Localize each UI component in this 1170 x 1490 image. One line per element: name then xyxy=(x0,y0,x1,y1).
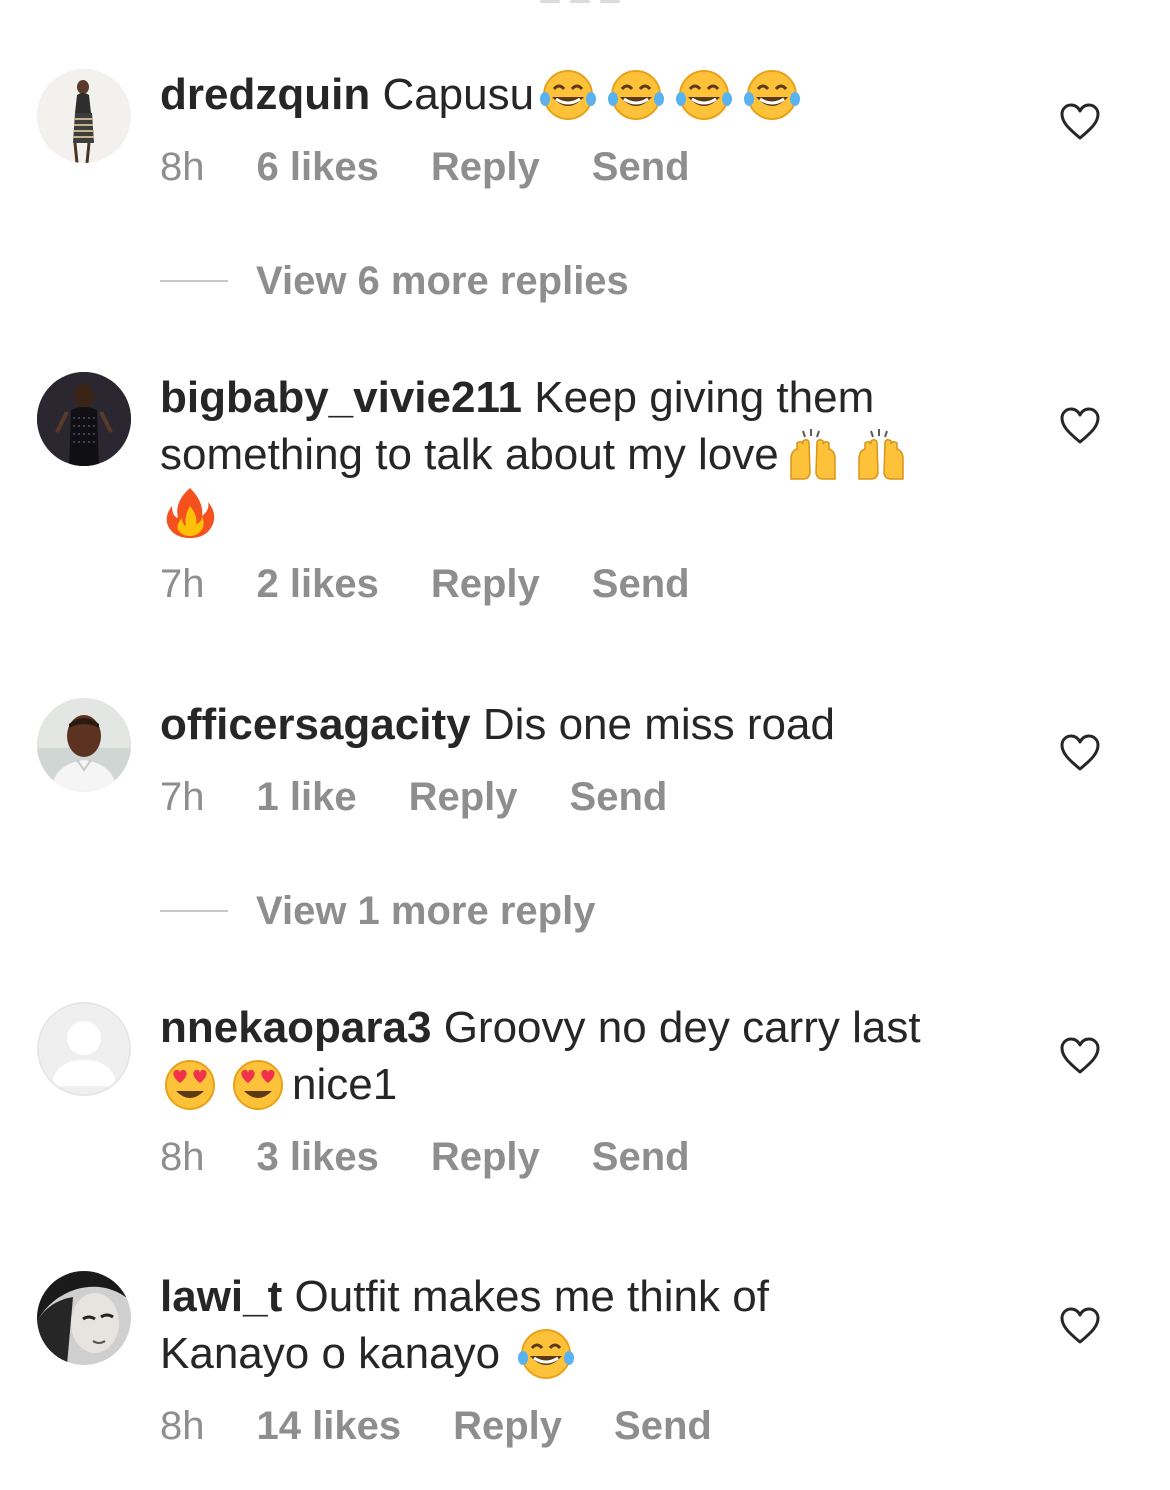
laughing-tears-emoji xyxy=(742,69,802,121)
comment-body: lawi_t Outfit makes me think of Kanayo o… xyxy=(160,1268,1020,1450)
avatar[interactable] xyxy=(37,69,131,163)
comment-username[interactable]: nnekaopara3 xyxy=(160,1003,431,1052)
comment-username[interactable]: bigbaby_vivie211 xyxy=(160,373,522,422)
like-heart-icon[interactable] xyxy=(1058,733,1102,773)
comment-meta: 8h 6 likes Reply Send xyxy=(160,143,1020,191)
comment-username[interactable]: dredzquin xyxy=(160,70,370,119)
reply-button[interactable]: Reply xyxy=(431,143,540,191)
comment-body: officersagacity Dis one miss road 7h 1 l… xyxy=(160,696,1020,821)
likes-count[interactable]: 1 like xyxy=(257,773,357,821)
heart-eyes-emoji xyxy=(160,1059,220,1111)
comment-message-suffix: nice1 xyxy=(292,1060,398,1109)
send-button[interactable]: Send xyxy=(592,143,690,191)
heart-eyes-emoji xyxy=(228,1059,288,1111)
comment-time: 8h xyxy=(160,1135,205,1179)
comment-body: bigbaby_vivie211 Keep giving them someth… xyxy=(160,369,1020,608)
like-heart-icon[interactable] xyxy=(1058,1036,1102,1076)
comment-body: nnekaopara3 Groovy no dey carry last nic… xyxy=(160,999,1020,1181)
view-more-replies-button[interactable]: View 1 more reply xyxy=(160,887,595,935)
avatar[interactable] xyxy=(37,1271,131,1365)
reply-thread-line xyxy=(160,280,228,282)
comment-text: nnekaopara3 Groovy no dey carry last nic… xyxy=(160,999,1020,1113)
likes-count[interactable]: 14 likes xyxy=(257,1402,402,1450)
scroll-indicator xyxy=(540,0,630,6)
reply-button[interactable]: Reply xyxy=(431,1133,540,1181)
laughing-tears-emoji xyxy=(538,69,598,121)
comment-body: dredzquin Capusu 8h 6 likes Reply Send xyxy=(160,66,1020,191)
like-heart-icon[interactable] xyxy=(1058,1306,1102,1346)
send-button[interactable]: Send xyxy=(592,1133,690,1181)
raising-hands-emoji xyxy=(851,429,911,481)
likes-count[interactable]: 2 likes xyxy=(257,560,379,608)
fire-emoji xyxy=(160,486,220,538)
view-more-replies-label: View 6 more replies xyxy=(256,259,629,303)
comment-meta: 8h 14 likes Reply Send xyxy=(160,1402,1020,1450)
reply-button[interactable]: Reply xyxy=(453,1402,562,1450)
comment-text: bigbaby_vivie211 Keep giving them someth… xyxy=(160,369,1020,540)
default-avatar-icon[interactable] xyxy=(37,1002,131,1096)
avatar[interactable] xyxy=(37,372,131,466)
comment-text: dredzquin Capusu xyxy=(160,66,1020,123)
laughing-tears-emoji xyxy=(516,1328,576,1380)
laughing-tears-emoji xyxy=(606,69,666,121)
comment-meta: 7h 2 likes Reply Send xyxy=(160,560,1020,608)
send-button[interactable]: Send xyxy=(592,560,690,608)
comment-meta: 8h 3 likes Reply Send xyxy=(160,1133,1020,1181)
comment-meta: 7h 1 like Reply Send xyxy=(160,773,1020,821)
comment-message: Capusu xyxy=(382,70,535,119)
reply-button[interactable]: Reply xyxy=(409,773,518,821)
like-heart-icon[interactable] xyxy=(1058,102,1102,142)
comment-username[interactable]: lawi_t xyxy=(160,1272,282,1321)
comment-username[interactable]: officersagacity xyxy=(160,700,471,749)
avatar[interactable] xyxy=(37,698,131,792)
comment-message: Groovy no dey carry last xyxy=(443,1003,921,1052)
send-button[interactable]: Send xyxy=(570,773,668,821)
send-button[interactable]: Send xyxy=(614,1402,712,1450)
comment-time: 7h xyxy=(160,562,205,606)
view-more-replies-label: View 1 more reply xyxy=(256,889,596,933)
like-heart-icon[interactable] xyxy=(1058,406,1102,446)
likes-count[interactable]: 3 likes xyxy=(257,1133,379,1181)
comment-text: lawi_t Outfit makes me think of Kanayo o… xyxy=(160,1268,860,1382)
reply-button[interactable]: Reply xyxy=(431,560,540,608)
reply-thread-line xyxy=(160,910,228,912)
likes-count[interactable]: 6 likes xyxy=(257,143,379,191)
comment-time: 7h xyxy=(160,775,205,819)
view-more-replies-button[interactable]: View 6 more replies xyxy=(160,257,629,305)
comment-message: Dis one miss road xyxy=(482,700,835,749)
raising-hands-emoji xyxy=(783,429,843,481)
comment-time: 8h xyxy=(160,1404,205,1448)
comment-text: officersagacity Dis one miss road xyxy=(160,696,1020,753)
comment-time: 8h xyxy=(160,145,205,189)
laughing-tears-emoji xyxy=(674,69,734,121)
